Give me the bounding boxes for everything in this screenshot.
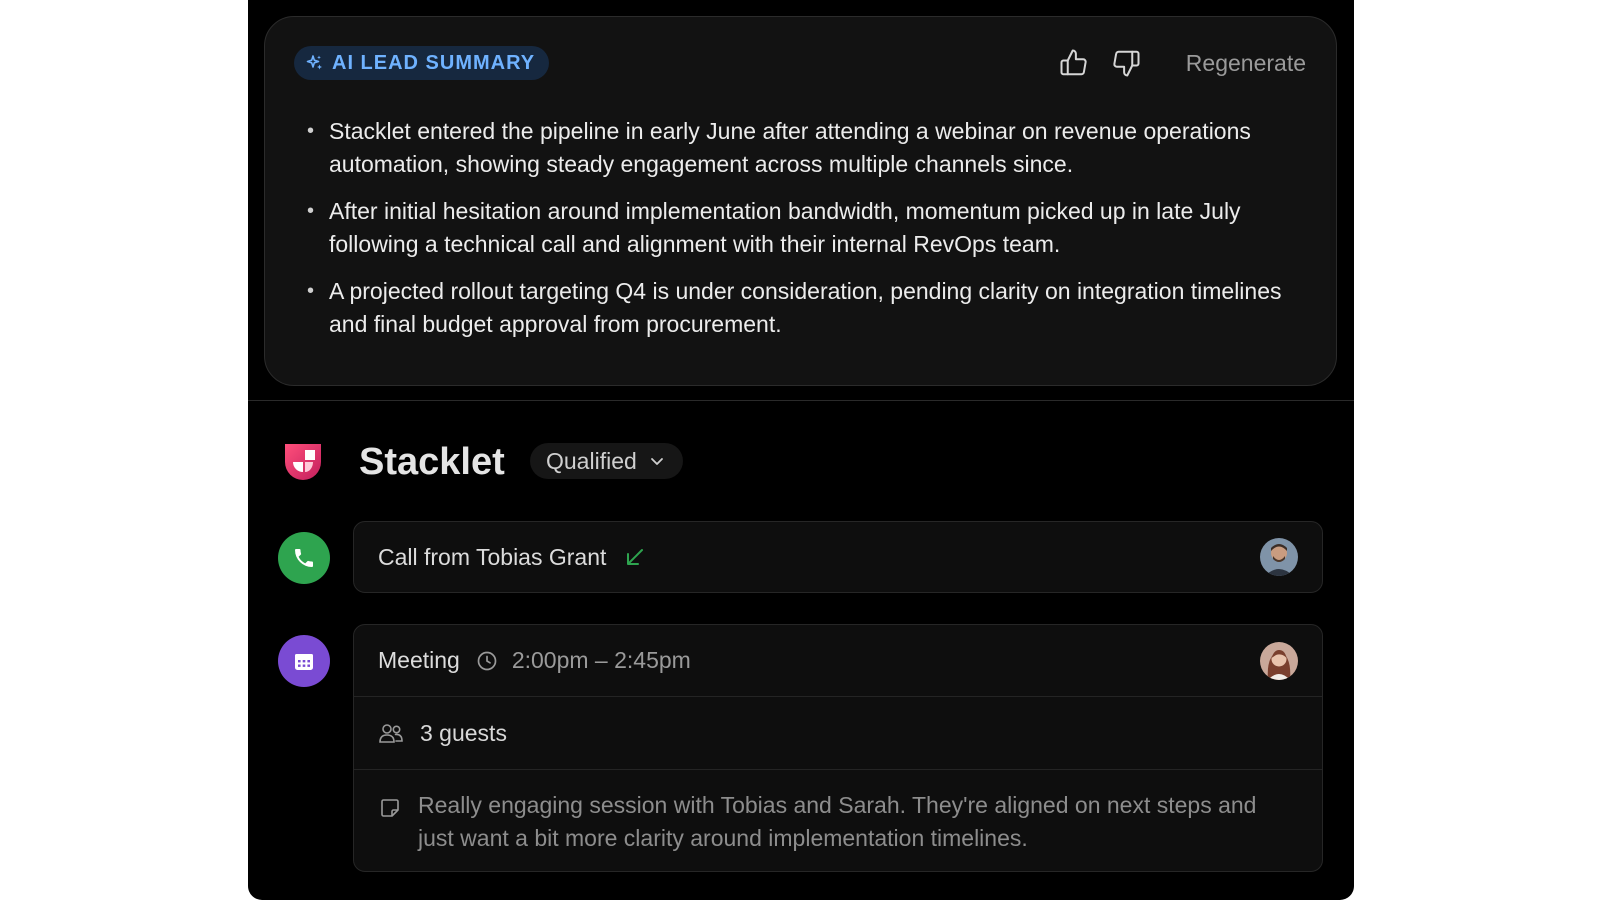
thumbs-down-button[interactable] [1108, 45, 1144, 81]
meeting-timeline-icon [278, 635, 330, 687]
incoming-call-arrow-icon [624, 546, 646, 568]
summary-bullet: After initial hesitation around implemen… [307, 195, 1299, 261]
chevron-down-icon [650, 458, 663, 465]
thumbs-up-icon [1060, 49, 1087, 76]
guests-icon [378, 721, 404, 745]
meeting-note: Really engaging session with Tobias and … [418, 792, 1257, 851]
company-logo [279, 438, 327, 486]
meeting-time: 2:00pm – 2:45pm [511, 647, 691, 673]
ai-summary-badge-label: AI LEAD SUMMARY [332, 51, 536, 74]
status-dropdown[interactable]: Qualified [530, 443, 683, 479]
company-name: Stacklet [359, 441, 505, 483]
call-activity-card[interactable]: Call from Tobias Grant [353, 521, 1323, 593]
phone-icon [295, 549, 313, 567]
summary-bullet: A projected rollout targeting Q4 is unde… [307, 275, 1299, 341]
summary-actions: Regenerate [1056, 45, 1306, 81]
meeting-header-row: Meeting 2:00pm – 2:45pm [354, 625, 1322, 697]
note-icon [378, 796, 402, 820]
thumbs-down-icon [1113, 50, 1140, 77]
thumbs-up-button[interactable] [1056, 45, 1092, 81]
sparkle-icon [306, 54, 324, 72]
call-timeline-icon [278, 532, 330, 584]
avatar[interactable] [1260, 641, 1298, 680]
ai-summary-badge: AI LEAD SUMMARY [294, 46, 550, 80]
summary-bullets: Stacklet entered the pipeline in early J… [307, 115, 1299, 355]
call-title: Call from Tobias Grant [378, 543, 607, 570]
ai-summary-card: AI LEAD SUMMARY Regenerate Stacklet ente… [264, 16, 1337, 386]
clock-icon [476, 650, 498, 672]
status-label: Qualified [546, 447, 637, 474]
meeting-note-row: Really engaging session with Tobias and … [354, 770, 1322, 871]
meeting-activity-card[interactable]: Meeting 2:00pm – 2:45pm 3 guests Really … [353, 624, 1323, 872]
lead-detail-panel: AI LEAD SUMMARY Regenerate Stacklet ente… [248, 0, 1354, 900]
regenerate-button[interactable]: Regenerate [1186, 50, 1306, 77]
summary-bullet: Stacklet entered the pipeline in early J… [307, 115, 1299, 181]
meeting-guests-count: 3 guests [420, 719, 507, 746]
avatar[interactable] [1260, 538, 1298, 576]
section-divider [248, 400, 1354, 401]
calendar-icon [295, 654, 313, 670]
meeting-guests-row[interactable]: 3 guests [354, 697, 1322, 770]
meeting-title: Meeting [378, 647, 460, 673]
